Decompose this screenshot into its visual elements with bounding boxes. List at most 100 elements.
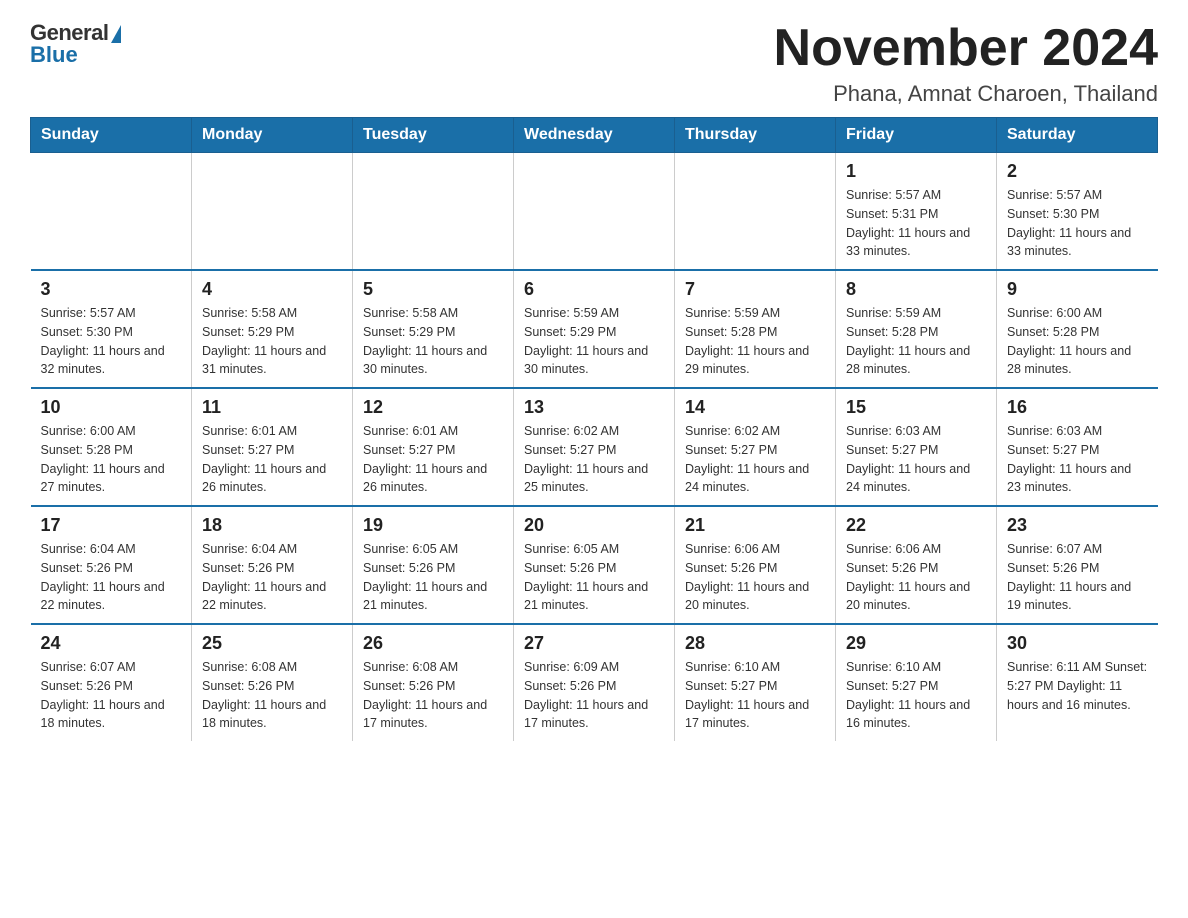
calendar-cell (353, 153, 514, 271)
column-header-tuesday: Tuesday (353, 118, 514, 153)
day-number: 20 (524, 515, 664, 536)
calendar-cell: 12 Sunrise: 6:01 AM Sunset: 5:27 PM Dayli… (353, 388, 514, 506)
day-info: Sunrise: 6:06 AM Sunset: 5:26 PM Dayligh… (685, 540, 825, 615)
day-number: 10 (41, 397, 182, 418)
calendar-cell: 17 Sunrise: 6:04 AM Sunset: 5:26 PM Dayli… (31, 506, 192, 624)
calendar-cell: 15 Sunrise: 6:03 AM Sunset: 5:27 PM Dayli… (836, 388, 997, 506)
calendar-cell: 6 Sunrise: 5:59 AM Sunset: 5:29 PM Daylig… (514, 270, 675, 388)
day-info: Sunrise: 5:57 AM Sunset: 5:30 PM Dayligh… (41, 304, 182, 379)
calendar-cell: 19Sunrise: 6:05 AM Sunset: 5:26 PM Dayli… (353, 506, 514, 624)
column-header-wednesday: Wednesday (514, 118, 675, 153)
day-number: 26 (363, 633, 503, 654)
day-info: Sunrise: 6:10 AM Sunset: 5:27 PM Dayligh… (846, 658, 986, 733)
column-header-saturday: Saturday (997, 118, 1158, 153)
column-header-thursday: Thursday (675, 118, 836, 153)
day-number: 27 (524, 633, 664, 654)
day-info: Sunrise: 5:58 AM Sunset: 5:29 PM Dayligh… (363, 304, 503, 379)
calendar-cell: 7 Sunrise: 5:59 AM Sunset: 5:28 PM Daylig… (675, 270, 836, 388)
calendar-cell: 26 Sunrise: 6:08 AM Sunset: 5:26 PM Dayli… (353, 624, 514, 741)
day-number: 23 (1007, 515, 1148, 536)
main-title: November 2024 (774, 20, 1158, 77)
column-header-monday: Monday (192, 118, 353, 153)
calendar-cell: 24 Sunrise: 6:07 AM Sunset: 5:26 PM Dayli… (31, 624, 192, 741)
day-info: Sunrise: 6:04 AM Sunset: 5:26 PM Dayligh… (41, 540, 182, 615)
day-info: Sunrise: 6:11 AM Sunset: 5:27 PM Dayligh… (1007, 658, 1148, 714)
title-block: November 2024 Phana, Amnat Charoen, Thai… (774, 20, 1158, 107)
day-info: Sunrise: 6:02 AM Sunset: 5:27 PM Dayligh… (524, 422, 664, 497)
calendar-week-row: 3Sunrise: 5:57 AM Sunset: 5:30 PM Daylig… (31, 270, 1158, 388)
calendar-cell: 8 Sunrise: 5:59 AM Sunset: 5:28 PM Daylig… (836, 270, 997, 388)
calendar-cell: 18Sunrise: 6:04 AM Sunset: 5:26 PM Dayli… (192, 506, 353, 624)
day-info: Sunrise: 6:07 AM Sunset: 5:26 PM Dayligh… (1007, 540, 1148, 615)
day-info: Sunrise: 5:57 AM Sunset: 5:31 PM Dayligh… (846, 186, 986, 261)
calendar-cell: 2Sunrise: 5:57 AM Sunset: 5:30 PM Daylig… (997, 153, 1158, 271)
calendar-week-row: 17 Sunrise: 6:04 AM Sunset: 5:26 PM Dayli… (31, 506, 1158, 624)
calendar-cell: 13Sunrise: 6:02 AM Sunset: 5:27 PM Dayli… (514, 388, 675, 506)
day-info: Sunrise: 5:59 AM Sunset: 5:28 PM Dayligh… (846, 304, 986, 379)
calendar-table: SundayMondayTuesdayWednesdayThursdayFrid… (30, 117, 1158, 741)
calendar-cell (675, 153, 836, 271)
calendar-cell: 16 Sunrise: 6:03 AM Sunset: 5:27 PM Dayli… (997, 388, 1158, 506)
day-info: Sunrise: 6:05 AM Sunset: 5:26 PM Dayligh… (524, 540, 664, 615)
calendar-week-row: 1 Sunrise: 5:57 AM Sunset: 5:31 PM Daylig… (31, 153, 1158, 271)
calendar-cell: 21 Sunrise: 6:06 AM Sunset: 5:26 PM Dayli… (675, 506, 836, 624)
day-info: Sunrise: 6:00 AM Sunset: 5:28 PM Dayligh… (41, 422, 182, 497)
day-number: 12 (363, 397, 503, 418)
day-info: Sunrise: 6:04 AM Sunset: 5:26 PM Dayligh… (202, 540, 342, 615)
day-info: Sunrise: 6:03 AM Sunset: 5:27 PM Dayligh… (846, 422, 986, 497)
calendar-cell: 25 Sunrise: 6:08 AM Sunset: 5:26 PM Dayli… (192, 624, 353, 741)
calendar-cell: 1 Sunrise: 5:57 AM Sunset: 5:31 PM Daylig… (836, 153, 997, 271)
calendar-header-row: SundayMondayTuesdayWednesdayThursdayFrid… (31, 118, 1158, 153)
day-info: Sunrise: 6:00 AM Sunset: 5:28 PM Dayligh… (1007, 304, 1148, 379)
column-header-sunday: Sunday (31, 118, 192, 153)
day-number: 22 (846, 515, 986, 536)
day-number: 21 (685, 515, 825, 536)
day-number: 1 (846, 161, 986, 182)
day-number: 25 (202, 633, 342, 654)
calendar-cell (514, 153, 675, 271)
calendar-cell: 20 Sunrise: 6:05 AM Sunset: 5:26 PM Dayli… (514, 506, 675, 624)
day-number: 6 (524, 279, 664, 300)
day-info: Sunrise: 6:02 AM Sunset: 5:27 PM Dayligh… (685, 422, 825, 497)
day-info: Sunrise: 6:01 AM Sunset: 5:27 PM Dayligh… (363, 422, 503, 497)
day-number: 9 (1007, 279, 1148, 300)
day-info: Sunrise: 5:59 AM Sunset: 5:28 PM Dayligh… (685, 304, 825, 379)
day-number: 29 (846, 633, 986, 654)
day-number: 2 (1007, 161, 1148, 182)
day-number: 16 (1007, 397, 1148, 418)
calendar-cell: 27Sunrise: 6:09 AM Sunset: 5:26 PM Dayli… (514, 624, 675, 741)
day-info: Sunrise: 6:06 AM Sunset: 5:26 PM Dayligh… (846, 540, 986, 615)
day-number: 24 (41, 633, 182, 654)
calendar-cell: 3Sunrise: 5:57 AM Sunset: 5:30 PM Daylig… (31, 270, 192, 388)
column-header-friday: Friday (836, 118, 997, 153)
logo-blue-text: Blue (30, 42, 78, 68)
day-info: Sunrise: 6:08 AM Sunset: 5:26 PM Dayligh… (202, 658, 342, 733)
day-number: 15 (846, 397, 986, 418)
day-info: Sunrise: 6:07 AM Sunset: 5:26 PM Dayligh… (41, 658, 182, 733)
day-info: Sunrise: 6:03 AM Sunset: 5:27 PM Dayligh… (1007, 422, 1148, 497)
day-info: Sunrise: 6:01 AM Sunset: 5:27 PM Dayligh… (202, 422, 342, 497)
day-number: 4 (202, 279, 342, 300)
logo: General Blue (30, 20, 121, 68)
calendar-week-row: 24 Sunrise: 6:07 AM Sunset: 5:26 PM Dayli… (31, 624, 1158, 741)
calendar-cell: 5Sunrise: 5:58 AM Sunset: 5:29 PM Daylig… (353, 270, 514, 388)
calendar-cell: 4 Sunrise: 5:58 AM Sunset: 5:29 PM Daylig… (192, 270, 353, 388)
day-number: 14 (685, 397, 825, 418)
day-number: 17 (41, 515, 182, 536)
day-number: 30 (1007, 633, 1148, 654)
day-number: 8 (846, 279, 986, 300)
day-number: 11 (202, 397, 342, 418)
day-info: Sunrise: 5:58 AM Sunset: 5:29 PM Dayligh… (202, 304, 342, 379)
calendar-cell: 14 Sunrise: 6:02 AM Sunset: 5:27 PM Dayli… (675, 388, 836, 506)
day-info: Sunrise: 5:59 AM Sunset: 5:29 PM Dayligh… (524, 304, 664, 379)
calendar-cell: 23 Sunrise: 6:07 AM Sunset: 5:26 PM Dayli… (997, 506, 1158, 624)
calendar-cell: 10 Sunrise: 6:00 AM Sunset: 5:28 PM Dayli… (31, 388, 192, 506)
calendar-cell: 28Sunrise: 6:10 AM Sunset: 5:27 PM Dayli… (675, 624, 836, 741)
page-header: General Blue November 2024 Phana, Amnat … (30, 20, 1158, 107)
day-info: Sunrise: 6:05 AM Sunset: 5:26 PM Dayligh… (363, 540, 503, 615)
day-info: Sunrise: 6:08 AM Sunset: 5:26 PM Dayligh… (363, 658, 503, 733)
day-info: Sunrise: 6:10 AM Sunset: 5:27 PM Dayligh… (685, 658, 825, 733)
calendar-cell (31, 153, 192, 271)
calendar-cell: 9 Sunrise: 6:00 AM Sunset: 5:28 PM Daylig… (997, 270, 1158, 388)
day-number: 7 (685, 279, 825, 300)
